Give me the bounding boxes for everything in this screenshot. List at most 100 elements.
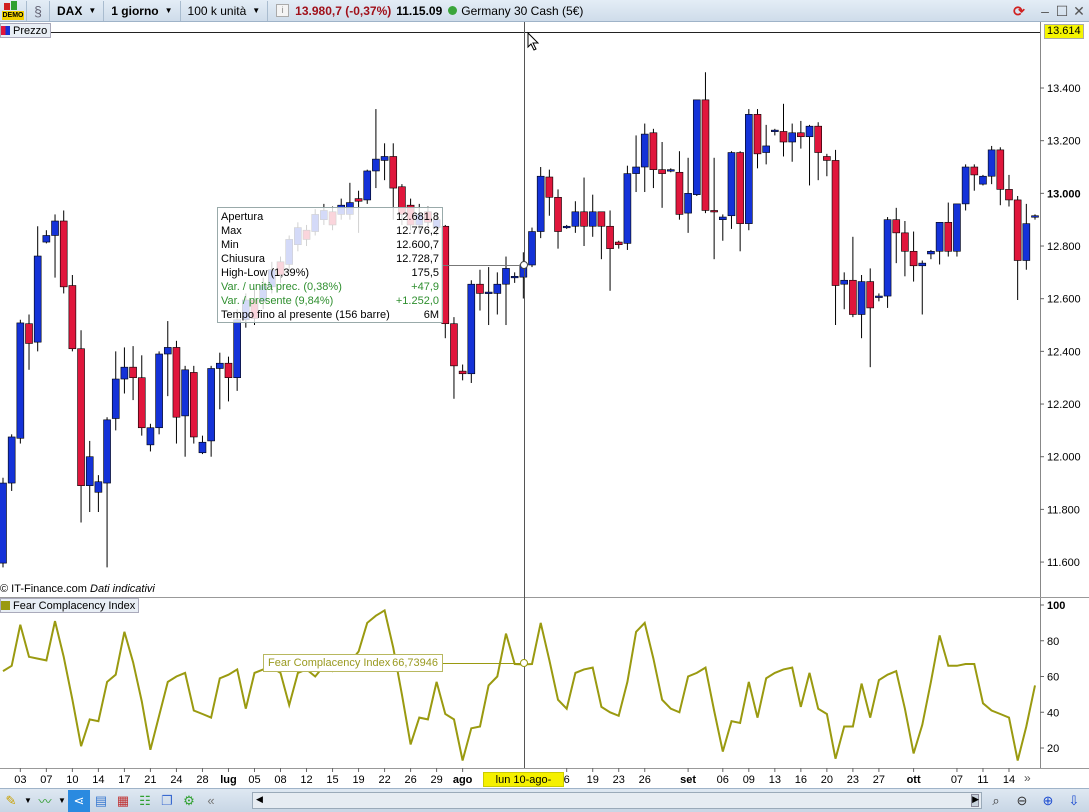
- comment-icon[interactable]: ▤: [90, 790, 112, 812]
- candle[interactable]: [718, 214, 727, 241]
- close-button[interactable]: ✕: [1070, 2, 1088, 20]
- report-icon[interactable]: ▦: [112, 790, 134, 812]
- candle[interactable]: [467, 280, 476, 383]
- maximize-button[interactable]: ☐: [1053, 2, 1071, 20]
- candle[interactable]: [181, 365, 189, 457]
- candle[interactable]: [875, 293, 883, 302]
- candle[interactable]: [484, 267, 493, 326]
- candle[interactable]: [571, 201, 580, 233]
- scroll-start-button[interactable]: «: [200, 790, 222, 812]
- scroll-right-icon[interactable]: ▶: [972, 794, 979, 805]
- candle[interactable]: [545, 169, 554, 216]
- candle[interactable]: [614, 240, 623, 249]
- candle[interactable]: [953, 203, 961, 257]
- candle[interactable]: [528, 227, 536, 268]
- candle[interactable]: [779, 103, 788, 157]
- candle[interactable]: [692, 99, 701, 196]
- candle[interactable]: [155, 351, 163, 435]
- chevron-down-icon[interactable]: ▼: [22, 790, 34, 812]
- candle[interactable]: [649, 128, 658, 189]
- candle[interactable]: [753, 109, 762, 169]
- candle[interactable]: [562, 224, 571, 229]
- candle[interactable]: [831, 149, 840, 326]
- candle[interactable]: [94, 475, 103, 513]
- candle[interactable]: [901, 220, 909, 277]
- candle[interactable]: [823, 153, 831, 177]
- candle[interactable]: [762, 124, 770, 165]
- symbol-dropdown[interactable]: DAX ▼: [52, 0, 101, 22]
- candle[interactable]: [771, 128, 779, 136]
- candle[interactable]: [805, 124, 814, 186]
- candle[interactable]: [961, 164, 970, 211]
- candle[interactable]: [111, 351, 120, 431]
- timeframe-dropdown[interactable]: 1 giorno ▼: [106, 0, 177, 22]
- zoom-out-icon[interactable]: ⊖: [1011, 790, 1033, 812]
- candle[interactable]: [1031, 214, 1039, 220]
- candle[interactable]: [1005, 174, 1013, 207]
- indicator-legend[interactable]: Fear Complacency Index: [0, 598, 140, 613]
- candle[interactable]: [970, 164, 979, 191]
- candle[interactable]: [363, 169, 372, 204]
- candle[interactable]: [16, 319, 25, 444]
- candle[interactable]: [580, 177, 588, 247]
- candle[interactable]: [623, 165, 632, 250]
- candle[interactable]: [701, 72, 710, 214]
- candle[interactable]: [909, 231, 918, 282]
- chart-canvas[interactable]: 13.400 13.200 13.000 12.800 12.600 12.400 12.2…: [0, 22, 1089, 788]
- candle[interactable]: [77, 330, 85, 523]
- candle[interactable]: [727, 151, 736, 229]
- candle[interactable]: [927, 249, 935, 260]
- candle[interactable]: [207, 365, 215, 457]
- candle[interactable]: [944, 202, 953, 257]
- candle[interactable]: [883, 217, 892, 308]
- candle[interactable]: [996, 147, 1005, 206]
- candle[interactable]: [797, 120, 805, 149]
- horizontal-scrollbar[interactable]: ◀ ▶: [252, 792, 982, 809]
- candle[interactable]: [103, 417, 111, 568]
- candle[interactable]: [1022, 203, 1031, 270]
- price-legend[interactable]: Prezzo: [0, 23, 52, 38]
- candle[interactable]: [597, 211, 606, 260]
- candle[interactable]: [172, 340, 181, 444]
- candle[interactable]: [857, 274, 866, 339]
- candle[interactable]: [979, 174, 987, 186]
- share-icon[interactable]: ⋖: [68, 789, 90, 812]
- scroll-more-button[interactable]: »: [1024, 771, 1031, 785]
- candle[interactable]: [216, 352, 224, 410]
- candle[interactable]: [536, 167, 545, 239]
- candle[interactable]: [129, 346, 137, 401]
- candle[interactable]: [640, 123, 649, 193]
- candle[interactable]: [935, 222, 944, 265]
- zoom-in-icon[interactable]: ⊕: [1037, 790, 1059, 812]
- candle[interactable]: [684, 157, 692, 233]
- units-dropdown[interactable]: 100 k unità ▼: [183, 0, 266, 22]
- candle[interactable]: [224, 356, 233, 402]
- candle[interactable]: [493, 272, 502, 315]
- demo-icon[interactable]: DEMO: [2, 0, 24, 21]
- candle[interactable]: [502, 256, 510, 326]
- candle[interactable]: [137, 355, 146, 436]
- candle[interactable]: [189, 365, 198, 444]
- candle[interactable]: [840, 272, 849, 310]
- candle[interactable]: [675, 151, 684, 220]
- candle[interactable]: [510, 272, 519, 283]
- candle[interactable]: [1013, 195, 1022, 301]
- candle[interactable]: [68, 274, 77, 352]
- refresh-icon[interactable]: ⟳: [1010, 2, 1028, 20]
- candle[interactable]: [450, 317, 458, 399]
- scroll-left-icon[interactable]: ◀: [256, 794, 263, 805]
- candle[interactable]: [25, 314, 33, 370]
- candle[interactable]: [163, 321, 172, 397]
- candle[interactable]: [710, 157, 718, 260]
- candle[interactable]: [7, 434, 16, 491]
- candle[interactable]: [849, 236, 857, 318]
- drawing-tools-icon[interactable]: ✎: [0, 790, 22, 812]
- candle[interactable]: [588, 194, 597, 237]
- candle[interactable]: [120, 347, 129, 394]
- candle[interactable]: [85, 440, 94, 513]
- zoom-fit-icon[interactable]: ⌕: [985, 790, 1007, 812]
- info-icon[interactable]: i: [276, 4, 290, 17]
- candle[interactable]: [736, 151, 744, 252]
- ladder-icon[interactable]: ☷: [134, 790, 156, 812]
- candle[interactable]: [892, 207, 901, 264]
